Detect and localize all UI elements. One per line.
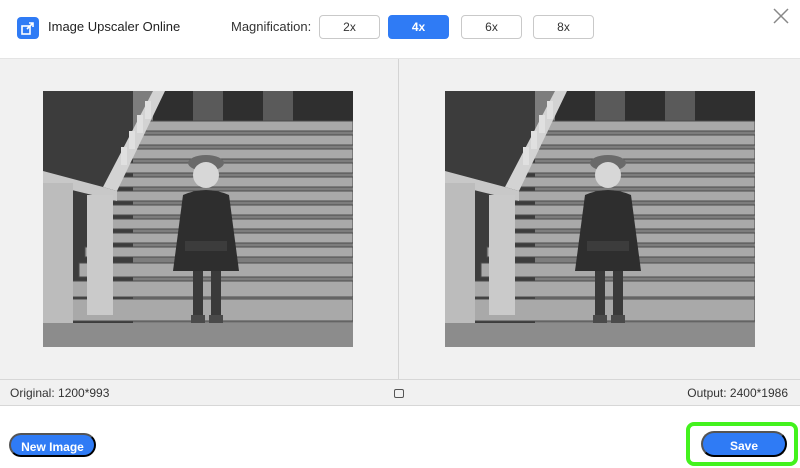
output-size-text: Output: 2400*1986 [687, 386, 788, 400]
close-icon[interactable] [772, 7, 790, 25]
header: Image Upscaler Online Magnification: 2x … [0, 0, 800, 58]
comparison-area [0, 58, 800, 380]
new-image-button[interactable]: New Image [9, 433, 96, 457]
magnification-2x-button[interactable]: 2x [319, 15, 380, 39]
fit-toggle-icon[interactable] [394, 389, 404, 398]
app-title: Image Upscaler Online [48, 19, 181, 34]
original-size-text: Original: 1200*993 [10, 386, 110, 400]
magnification-8x-button[interactable]: 8x [533, 15, 594, 39]
original-image [43, 91, 353, 347]
image-upscale-logo-icon [17, 17, 39, 39]
upscaled-image [445, 91, 755, 347]
comparison-divider[interactable] [398, 59, 399, 380]
magnification-label: Magnification: [231, 19, 312, 34]
magnification-6x-button[interactable]: 6x [461, 15, 522, 39]
save-button[interactable]: Save [701, 431, 787, 457]
magnification-4x-button[interactable]: 4x [388, 15, 449, 39]
size-info-bar: Original: 1200*993 Output: 2400*1986 [0, 379, 800, 406]
